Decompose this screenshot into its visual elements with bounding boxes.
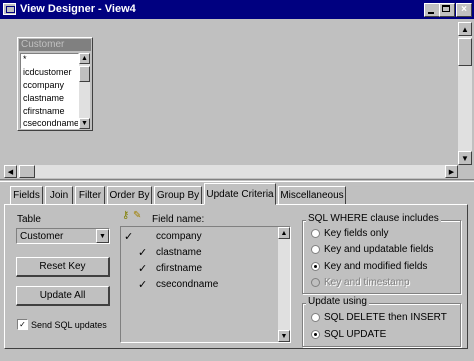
radio-icon[interactable] [311, 245, 320, 254]
list-item[interactable]: ✓ cfirstname [121, 261, 290, 275]
design-vscrollbar[interactable]: ▲ ▼ [458, 22, 472, 165]
scroll-right-icon[interactable]: ▶ [445, 165, 458, 178]
list-item[interactable]: ✓ csecondname [121, 277, 290, 291]
pencil-icon: ✎ [133, 210, 142, 221]
tab-order-by[interactable]: Order By [107, 186, 152, 204]
table-label: Table [17, 214, 41, 225]
table-field-item[interactable]: ccompany [23, 80, 64, 90]
radio-icon[interactable] [311, 262, 320, 271]
radio-icon[interactable] [311, 330, 320, 339]
where-key-fields-only-radio[interactable]: Key fields only [311, 228, 388, 239]
maximize-button[interactable] [439, 3, 455, 17]
tab-filter[interactable]: Filter [75, 186, 105, 204]
table-box-title[interactable]: Customer [19, 39, 91, 51]
reset-key-button[interactable]: Reset Key [16, 257, 110, 277]
where-key-modified-radio[interactable]: Key and modified fields [311, 261, 427, 272]
tab-miscellaneous[interactable]: Miscellaneous [278, 186, 346, 204]
where-key-timestamp-radio[interactable]: Key and timestamp [311, 277, 410, 288]
table-combo-value: Customer [20, 231, 64, 242]
list-item[interactable]: ✓ clastname [121, 245, 290, 259]
design-hscrollbar[interactable]: ◀ ▶ [4, 165, 458, 178]
field-name-header: Field name: [152, 214, 205, 225]
table-box[interactable]: Customer * icdcustomer ccompany clastnam… [17, 37, 93, 131]
table-field-item[interactable]: * [23, 54, 27, 64]
minimize-button[interactable] [424, 3, 440, 17]
table-field-item[interactable]: csecondname [23, 118, 78, 128]
close-button[interactable]: × [456, 3, 472, 17]
list-item[interactable]: ✓ ccompany [121, 229, 290, 243]
update-check-icon[interactable]: ✓ [138, 246, 147, 259]
chevron-down-icon[interactable]: ▼ [96, 229, 109, 243]
key-icon: ⚷ [122, 210, 130, 221]
update-check-icon[interactable]: ✓ [138, 262, 147, 275]
scroll-left-icon[interactable]: ◀ [4, 165, 17, 178]
update-using-group [302, 303, 461, 347]
tab-fields[interactable]: Fields [10, 186, 43, 204]
table-field-item[interactable]: icdcustomer [23, 67, 72, 77]
scroll-up-icon[interactable]: ▲ [458, 22, 472, 36]
radio-icon[interactable] [311, 313, 320, 322]
field-list-scrollbar[interactable]: ▲ ▼ [278, 227, 290, 342]
window-title: View Designer - View4 [20, 3, 136, 15]
table-field-list[interactable]: * icdcustomer ccompany clastname cfirstn… [20, 53, 79, 129]
splitter[interactable] [0, 179, 474, 182]
send-sql-updates-checkbox[interactable]: ✓ Send SQL updates [17, 319, 107, 330]
scroll-up-icon[interactable]: ▲ [278, 227, 290, 239]
where-key-updatable-radio[interactable]: Key and updatable fields [311, 244, 434, 255]
table-field-item[interactable]: clastname [23, 93, 64, 103]
scroll-down-icon[interactable]: ▼ [458, 151, 472, 165]
tab-update-criteria[interactable]: Update Criteria [204, 183, 276, 205]
key-check-icon[interactable]: ✓ [124, 230, 133, 243]
window-icon[interactable] [3, 3, 16, 15]
checkbox-box[interactable]: ✓ [17, 319, 28, 330]
update-using-group-label: Update using [306, 296, 369, 307]
scroll-down-icon[interactable]: ▼ [278, 330, 290, 342]
tab-join[interactable]: Join [45, 186, 73, 204]
scroll-thumb[interactable] [79, 66, 90, 82]
radio-icon[interactable] [311, 229, 320, 238]
update-sql-update-radio[interactable]: SQL UPDATE [311, 329, 386, 340]
radio-icon[interactable] [311, 278, 320, 287]
scroll-thumb[interactable] [458, 38, 472, 66]
update-field-list[interactable]: ✓ ccompany ✓ clastname ✓ cfirstname ✓ cs… [120, 226, 291, 343]
update-all-button[interactable]: Update All [16, 286, 110, 306]
scroll-up-icon[interactable]: ▲ [79, 53, 90, 64]
table-field-item[interactable]: cfirstname [23, 106, 65, 116]
title-bar[interactable]: View Designer - View4 × [0, 0, 474, 19]
update-delete-insert-radio[interactable]: SQL DELETE then INSERT [311, 312, 447, 323]
table-box-scrollbar[interactable]: ▲ ▼ [79, 53, 90, 129]
scroll-thumb[interactable] [19, 165, 35, 178]
table-combo[interactable]: Customer ▼ [16, 228, 110, 244]
tab-group-by[interactable]: Group By [154, 186, 202, 204]
where-clause-group-label: SQL WHERE clause includes [306, 213, 441, 224]
update-check-icon[interactable]: ✓ [138, 278, 147, 291]
scroll-down-icon[interactable]: ▼ [79, 118, 90, 129]
